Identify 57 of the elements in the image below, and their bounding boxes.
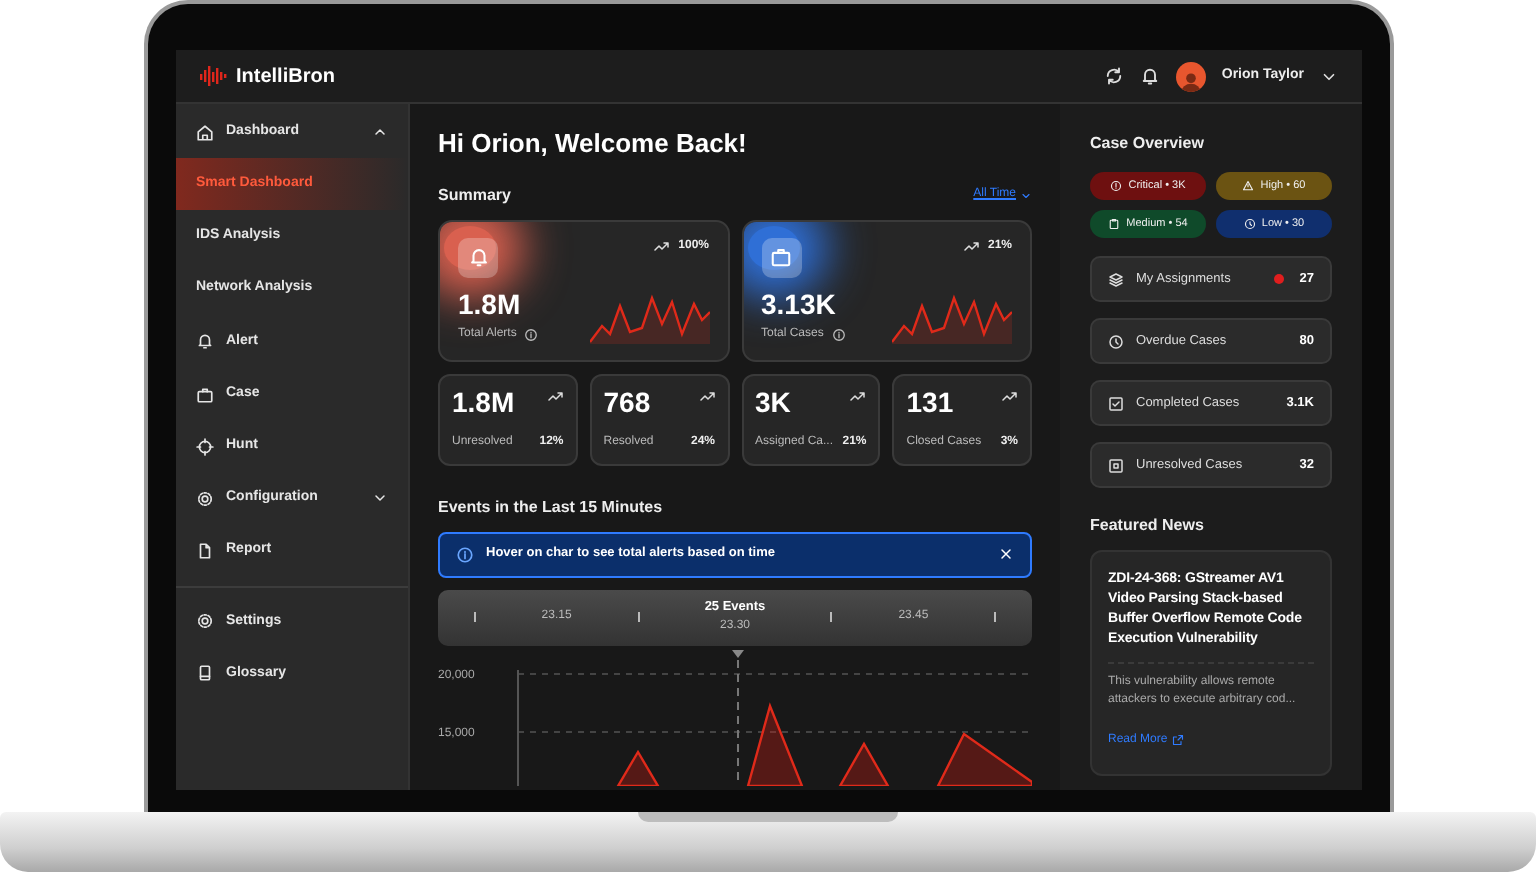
brand-name: IntelliBron (236, 63, 335, 91)
axis-line (517, 668, 519, 786)
tick-mark (993, 612, 996, 623)
refresh-icon[interactable] (1103, 66, 1124, 86)
alert-circle-icon (1110, 180, 1123, 192)
tick-mark (830, 612, 833, 623)
avatar[interactable] (1175, 61, 1206, 91)
clock-icon (1108, 333, 1124, 349)
bell-icon[interactable] (1139, 66, 1160, 86)
trend-up-icon (699, 387, 715, 404)
stat-value: 3K (755, 387, 791, 416)
logo-icon (200, 66, 228, 86)
briefcase-icon (196, 385, 214, 404)
stat-value: 3.13K (761, 289, 838, 318)
clipboard-icon (1108, 218, 1121, 230)
gear-icon (196, 612, 214, 631)
bell-icon (196, 332, 214, 351)
square-icon (1108, 457, 1124, 473)
chevron-up-icon (372, 124, 388, 141)
sparkline-drawing (589, 293, 709, 344)
chevron-down-icon (372, 490, 388, 507)
layers-icon (1108, 271, 1124, 287)
clock-icon (1243, 218, 1256, 230)
close-icon (998, 546, 1014, 563)
trend-up-icon (654, 238, 671, 255)
book-icon (196, 664, 214, 683)
chevron-down-icon (1020, 189, 1032, 202)
sparkline-drawing (892, 293, 1012, 344)
greeting: Hi Orion, Welcome Back! (438, 128, 749, 160)
trend-up-icon (963, 238, 980, 255)
trend-up-icon (850, 387, 867, 404)
section-title: Events in the Last 15 Minutes (438, 495, 665, 520)
close-button[interactable] (998, 546, 1014, 563)
stat-value: 1.8M (458, 289, 523, 318)
trend-up-icon (547, 387, 564, 404)
crosshair-icon (196, 437, 214, 456)
cursor-line (737, 658, 739, 786)
section-title: Summary (438, 183, 511, 208)
info-icon[interactable] (831, 327, 846, 342)
briefcase-icon (770, 246, 792, 269)
info-icon[interactable] (524, 327, 539, 342)
home-icon (196, 123, 214, 142)
section-title: Featured News (1090, 514, 1206, 538)
section-title: Case Overview (1090, 132, 1206, 156)
info-icon (456, 545, 474, 564)
trend-up-icon (1002, 387, 1018, 404)
tick-mark (474, 612, 476, 623)
document-icon (196, 542, 214, 561)
stat-value: 131 (906, 387, 954, 416)
checkbox-icon (1108, 395, 1124, 411)
stat-value: 1.8M (452, 387, 515, 416)
stat-value: 768 (603, 387, 651, 416)
gear-icon (196, 489, 214, 508)
tick-mark (637, 612, 640, 623)
bell-icon (467, 246, 489, 269)
warning-icon (1242, 180, 1255, 192)
external-link-icon (1171, 734, 1184, 747)
